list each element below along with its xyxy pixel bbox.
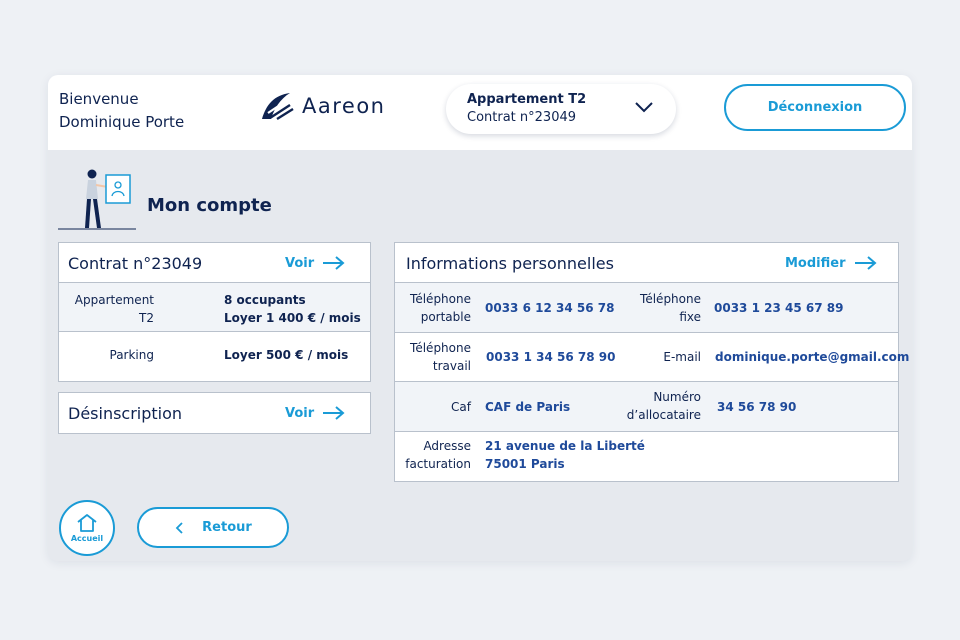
apartment-label-line1: Appartement: [74, 293, 154, 307]
billing-address-city: 75001 Paris: [485, 457, 565, 471]
page-title: Mon compte: [147, 195, 272, 216]
arrow-right-icon: [854, 256, 877, 270]
allocation-number-label-line1: Numéro: [653, 390, 701, 404]
work-phone-label-line2: travail: [432, 359, 471, 373]
home-button[interactable]: Accueil: [59, 500, 115, 556]
top-header: Bienvenue Dominique Porte Aareon Apparte…: [48, 75, 912, 150]
apartment-occupants: 8 occupants: [224, 293, 306, 307]
contract-view-label: Voir: [285, 255, 315, 271]
email-value: dominique.porte@gmail.com: [715, 350, 910, 364]
chevron-down-icon: [635, 102, 653, 113]
mobile-value: 0033 6 12 34 56 78: [485, 301, 615, 315]
contract-card: Contrat n°23049 Voir Appartement T2 8 oc…: [58, 242, 371, 382]
billing-address-label-line2: facturation: [405, 457, 471, 471]
work-phone-label-line1: Téléphone: [410, 341, 471, 355]
unsubscribe-view-label: Voir: [285, 405, 315, 421]
contract-card-header: Contrat n°23049 Voir: [59, 243, 370, 283]
back-button[interactable]: Retour: [137, 507, 289, 548]
allocation-number-label: Numéro d’allocataire: [595, 388, 701, 424]
landline-label-line2: fixe: [679, 310, 701, 324]
billing-address-value: 21 avenue de la Liberté 75001 Paris: [485, 437, 645, 473]
mobile-label-line2: portable: [420, 310, 471, 324]
person-with-card-illustration: [58, 169, 136, 230]
info-row-phones: Téléphone portable 0033 6 12 34 56 78 Té…: [395, 283, 898, 333]
work-phone-label: Téléphone travail: [395, 339, 471, 375]
billing-address-label: Adresse facturation: [395, 437, 471, 473]
contract-row-parking: Parking Loyer 500 € / mois: [59, 332, 370, 380]
contract-card-title: Contrat n°23049: [68, 254, 203, 273]
app-window: Bienvenue Dominique Porte Aareon Apparte…: [48, 75, 912, 561]
arrow-right-icon: [323, 406, 345, 420]
allocation-number-label-line2: d’allocataire: [626, 408, 701, 422]
user-name: Dominique Porte: [59, 113, 185, 131]
parking-label: Parking: [109, 348, 155, 362]
home-label: Accueil: [70, 534, 104, 543]
aareon-logo-icon: [262, 93, 294, 121]
work-phone-value: 0033 1 34 56 78 90: [486, 350, 616, 364]
logo-wordmark: Aareon: [302, 94, 386, 118]
contract-row-apartment: Appartement T2 8 occupants Loyer 1 400 €…: [59, 283, 370, 332]
parking-rent: Loyer 500 € / mois: [224, 348, 349, 362]
billing-address-label-line1: Adresse: [423, 439, 471, 453]
unsubscribe-card: Désinscription Voir: [58, 392, 371, 434]
personal-info-edit-link[interactable]: Modifier: [785, 255, 878, 271]
welcome-text: Bienvenue Dominique Porte: [59, 88, 184, 134]
unsubscribe-view-link[interactable]: Voir: [285, 405, 346, 421]
landline-value: 0033 1 23 45 67 89: [714, 301, 844, 315]
chevron-left-icon: [175, 521, 183, 534]
unsubscribe-card-title: Désinscription: [68, 404, 183, 423]
personal-info-card: Informations personnelles Modifier Télép…: [394, 242, 909, 482]
info-row-work-email: Téléphone travail 0033 1 34 56 78 90 E-m…: [395, 333, 909, 382]
email-label: E-mail: [663, 350, 701, 364]
allocation-number-value: 34 56 78 90: [717, 400, 797, 414]
personal-info-header: Informations personnelles Modifier: [395, 243, 898, 283]
arrow-right-icon: [323, 256, 345, 270]
personal-info-title: Informations personnelles: [406, 254, 614, 273]
info-row-caf: Caf CAF de Paris Numéro d’allocataire 34…: [395, 382, 898, 432]
selector-property: Appartement T2: [467, 92, 587, 107]
landline-label: Téléphone fixe: [615, 290, 701, 326]
selector-contract: Contrat n°23049: [467, 110, 577, 125]
apartment-rent: Loyer 1 400 € / mois: [224, 311, 361, 325]
contract-selector[interactable]: Appartement T2 Contrat n°23049: [446, 84, 676, 134]
mobile-label-line1: Téléphone: [410, 292, 471, 306]
landline-label-line1: Téléphone: [640, 292, 701, 306]
logout-button[interactable]: Déconnexion: [724, 84, 906, 131]
apartment-label-line2: T2: [139, 311, 154, 325]
mobile-label: Téléphone portable: [395, 290, 471, 326]
billing-address-street: 21 avenue de la Liberté: [485, 439, 645, 453]
apartment-value: 8 occupants Loyer 1 400 € / mois: [224, 291, 369, 327]
contract-view-link[interactable]: Voir: [285, 255, 346, 271]
caf-value: CAF de Paris: [485, 400, 571, 414]
aareon-logo: Aareon: [260, 89, 400, 123]
apartment-label: Appartement T2: [59, 291, 154, 327]
home-icon: [77, 514, 97, 532]
welcome-greeting: Bienvenue: [59, 90, 139, 108]
back-label: Retour: [202, 520, 252, 535]
info-row-address: Adresse facturation 21 avenue de la Libe…: [395, 432, 898, 481]
caf-label: Caf: [451, 400, 471, 414]
personal-info-edit-label: Modifier: [785, 255, 846, 271]
